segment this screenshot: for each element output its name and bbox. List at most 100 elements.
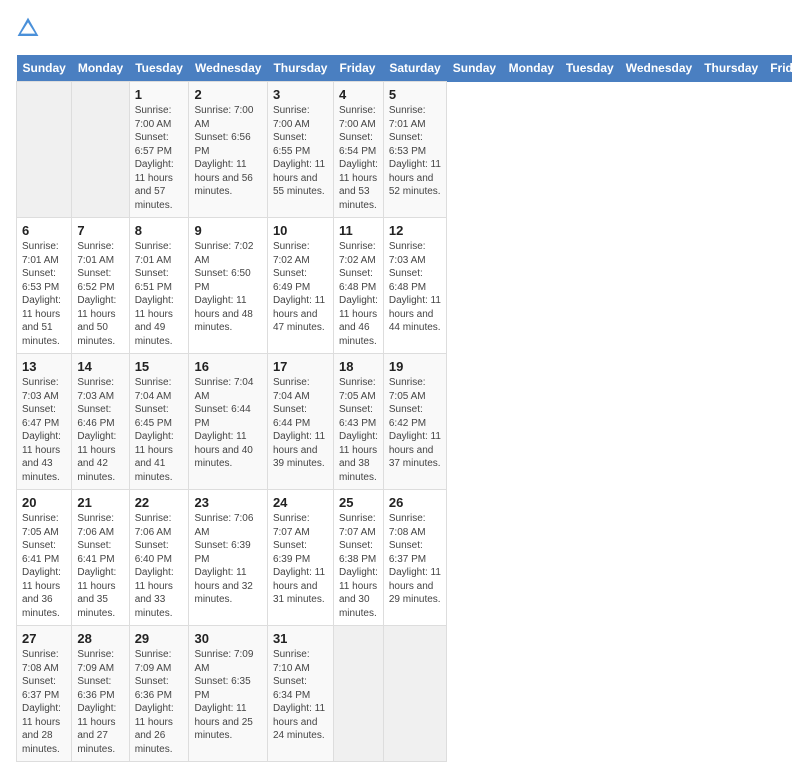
calendar-cell: 16Sunrise: 7:04 AM Sunset: 6:44 PM Dayli… — [189, 354, 267, 490]
calendar-cell: 4 Sunrise: 7:00 AM Sunset: 6:54 PM Daylig… — [333, 82, 383, 218]
day-info: Sunrise: 7:05 AM Sunset: 6:43 PM Dayligh… — [339, 376, 378, 484]
calendar-cell: 29Sunrise: 7:09 AM Sunset: 6:36 PM Dayli… — [129, 626, 189, 762]
calendar-cell: 12 Sunrise: 7:03 AM Sunset: 6:48 PM Dayli… — [383, 218, 446, 354]
day-info: Sunrise: 7:09 AM Sunset: 6:35 PM Dayligh… — [194, 648, 261, 743]
calendar-cell — [17, 82, 72, 218]
calendar-cell: 18 Sunrise: 7:05 AM Sunset: 6:43 PM Dayli… — [333, 354, 383, 490]
day-number: 21 — [77, 495, 123, 510]
day-info: Sunrise: 7:02 AM Sunset: 6:48 PM Dayligh… — [339, 240, 378, 348]
day-info: Sunrise: 7:03 AM Sunset: 6:48 PM Dayligh… — [389, 240, 441, 335]
calendar-week-row: 6 Sunrise: 7:01 AM Sunset: 6:53 PM Daylig… — [17, 218, 792, 354]
calendar-cell: 7 Sunrise: 7:01 AM Sunset: 6:52 PM Daylig… — [72, 218, 129, 354]
logo — [16, 16, 44, 45]
day-number: 22 — [135, 495, 184, 510]
day-number: 5 — [389, 87, 441, 102]
day-info: Sunrise: 7:01 AM Sunset: 6:51 PM Dayligh… — [135, 240, 184, 348]
calendar-cell: 5 Sunrise: 7:01 AM Sunset: 6:53 PM Daylig… — [383, 82, 446, 218]
day-number: 11 — [339, 223, 378, 238]
calendar-cell: 27 Sunrise: 7:08 AM Sunset: 6:37 PM Dayli… — [17, 626, 72, 762]
day-number: 23 — [194, 495, 261, 510]
header-day-thursday: Thursday — [267, 55, 333, 82]
day-info: Sunrise: 7:07 AM Sunset: 6:39 PM Dayligh… — [273, 512, 328, 607]
calendar-cell: 15 Sunrise: 7:04 AM Sunset: 6:45 PM Dayli… — [129, 354, 189, 490]
day-number: 15 — [135, 359, 184, 374]
day-info: Sunrise: 7:08 AM Sunset: 6:37 PM Dayligh… — [22, 648, 66, 756]
day-info: Sunrise: 7:01 AM Sunset: 6:53 PM Dayligh… — [22, 240, 66, 348]
day-info: Sunrise: 7:03 AM Sunset: 6:47 PM Dayligh… — [22, 376, 66, 484]
day-info: Sunrise: 7:00 AM Sunset: 6:56 PM Dayligh… — [194, 104, 261, 199]
day-number: 9 — [194, 223, 261, 238]
day-info: Sunrise: 7:03 AM Sunset: 6:46 PM Dayligh… — [77, 376, 123, 484]
header — [16, 16, 776, 45]
day-info: Sunrise: 7:04 AM Sunset: 6:44 PM Dayligh… — [194, 376, 261, 471]
day-info: Sunrise: 7:01 AM Sunset: 6:52 PM Dayligh… — [77, 240, 123, 348]
calendar-cell: 8 Sunrise: 7:01 AM Sunset: 6:51 PM Daylig… — [129, 218, 189, 354]
calendar-cell: 25Sunrise: 7:07 AM Sunset: 6:38 PM Dayli… — [333, 490, 383, 626]
header-day-monday: Monday — [72, 55, 129, 82]
day-number: 28 — [77, 631, 123, 646]
header-day: Friday — [764, 55, 792, 82]
day-number: 25 — [339, 495, 378, 510]
header-day: Monday — [503, 55, 560, 82]
header-day-tuesday: Tuesday — [129, 55, 189, 82]
day-info: Sunrise: 7:00 AM Sunset: 6:57 PM Dayligh… — [135, 104, 184, 212]
day-number: 30 — [194, 631, 261, 646]
day-info: Sunrise: 7:00 AM Sunset: 6:55 PM Dayligh… — [273, 104, 328, 199]
header-day: Wednesday — [620, 55, 698, 82]
calendar-cell: 9 Sunrise: 7:02 AM Sunset: 6:50 PM Daylig… — [189, 218, 267, 354]
calendar-cell: 14 Sunrise: 7:03 AM Sunset: 6:46 PM Dayli… — [72, 354, 129, 490]
calendar-cell: 22Sunrise: 7:06 AM Sunset: 6:40 PM Dayli… — [129, 490, 189, 626]
calendar-cell: 11 Sunrise: 7:02 AM Sunset: 6:48 PM Dayli… — [333, 218, 383, 354]
calendar-cell: 30 Sunrise: 7:09 AM Sunset: 6:35 PM Dayli… — [189, 626, 267, 762]
day-number: 8 — [135, 223, 184, 238]
day-info: Sunrise: 7:02 AM Sunset: 6:49 PM Dayligh… — [273, 240, 328, 335]
day-info: Sunrise: 7:08 AM Sunset: 6:37 PM Dayligh… — [389, 512, 441, 607]
calendar-week-row: 13 Sunrise: 7:03 AM Sunset: 6:47 PM Dayli… — [17, 354, 792, 490]
calendar-cell — [333, 626, 383, 762]
day-number: 4 — [339, 87, 378, 102]
calendar-cell — [383, 626, 446, 762]
calendar-cell: 2 Sunrise: 7:00 AM Sunset: 6:56 PM Daylig… — [189, 82, 267, 218]
day-number: 6 — [22, 223, 66, 238]
calendar-cell: 24 Sunrise: 7:07 AM Sunset: 6:39 PM Dayli… — [267, 490, 333, 626]
day-info: Sunrise: 7:01 AM Sunset: 6:53 PM Dayligh… — [389, 104, 441, 199]
day-number: 1 — [135, 87, 184, 102]
day-number: 18 — [339, 359, 378, 374]
day-number: 3 — [273, 87, 328, 102]
day-number: 31 — [273, 631, 328, 646]
day-info: Sunrise: 7:06 AM Sunset: 6:39 PM Dayligh… — [194, 512, 261, 607]
day-number: 10 — [273, 223, 328, 238]
header-day-sunday: Sunday — [17, 55, 72, 82]
header-day-wednesday: Wednesday — [189, 55, 267, 82]
calendar-cell: 31 Sunrise: 7:10 AM Sunset: 6:34 PM Dayli… — [267, 626, 333, 762]
day-number: 17 — [273, 359, 328, 374]
calendar-week-row: 20Sunrise: 7:05 AM Sunset: 6:41 PM Dayli… — [17, 490, 792, 626]
calendar-cell: 23 Sunrise: 7:06 AM Sunset: 6:39 PM Dayli… — [189, 490, 267, 626]
day-info: Sunrise: 7:04 AM Sunset: 6:44 PM Dayligh… — [273, 376, 328, 471]
day-info: Sunrise: 7:09 AM Sunset: 6:36 PM Dayligh… — [135, 648, 184, 756]
day-info: Sunrise: 7:00 AM Sunset: 6:54 PM Dayligh… — [339, 104, 378, 212]
calendar-cell: 17 Sunrise: 7:04 AM Sunset: 6:44 PM Dayli… — [267, 354, 333, 490]
calendar-cell: 26Sunrise: 7:08 AM Sunset: 6:37 PM Dayli… — [383, 490, 446, 626]
calendar-cell: 20Sunrise: 7:05 AM Sunset: 6:41 PM Dayli… — [17, 490, 72, 626]
calendar-week-row: 27 Sunrise: 7:08 AM Sunset: 6:37 PM Dayli… — [17, 626, 792, 762]
day-number: 12 — [389, 223, 441, 238]
day-number: 2 — [194, 87, 261, 102]
calendar-cell: 3 Sunrise: 7:00 AM Sunset: 6:55 PM Daylig… — [267, 82, 333, 218]
day-info: Sunrise: 7:06 AM Sunset: 6:41 PM Dayligh… — [77, 512, 123, 620]
calendar-cell: 1 Sunrise: 7:00 AM Sunset: 6:57 PM Daylig… — [129, 82, 189, 218]
calendar-cell: 10 Sunrise: 7:02 AM Sunset: 6:49 PM Dayli… — [267, 218, 333, 354]
header-day-friday: Friday — [333, 55, 383, 82]
calendar-table: SundayMondayTuesdayWednesdayThursdayFrid… — [16, 55, 792, 762]
day-number: 7 — [77, 223, 123, 238]
day-info: Sunrise: 7:04 AM Sunset: 6:45 PM Dayligh… — [135, 376, 184, 484]
day-number: 19 — [389, 359, 441, 374]
day-number: 13 — [22, 359, 66, 374]
day-info: Sunrise: 7:10 AM Sunset: 6:34 PM Dayligh… — [273, 648, 328, 743]
day-info: Sunrise: 7:09 AM Sunset: 6:36 PM Dayligh… — [77, 648, 123, 756]
day-number: 14 — [77, 359, 123, 374]
day-number: 24 — [273, 495, 328, 510]
day-number: 27 — [22, 631, 66, 646]
calendar-header-row: SundayMondayTuesdayWednesdayThursdayFrid… — [17, 55, 792, 82]
day-info: Sunrise: 7:02 AM Sunset: 6:50 PM Dayligh… — [194, 240, 261, 335]
